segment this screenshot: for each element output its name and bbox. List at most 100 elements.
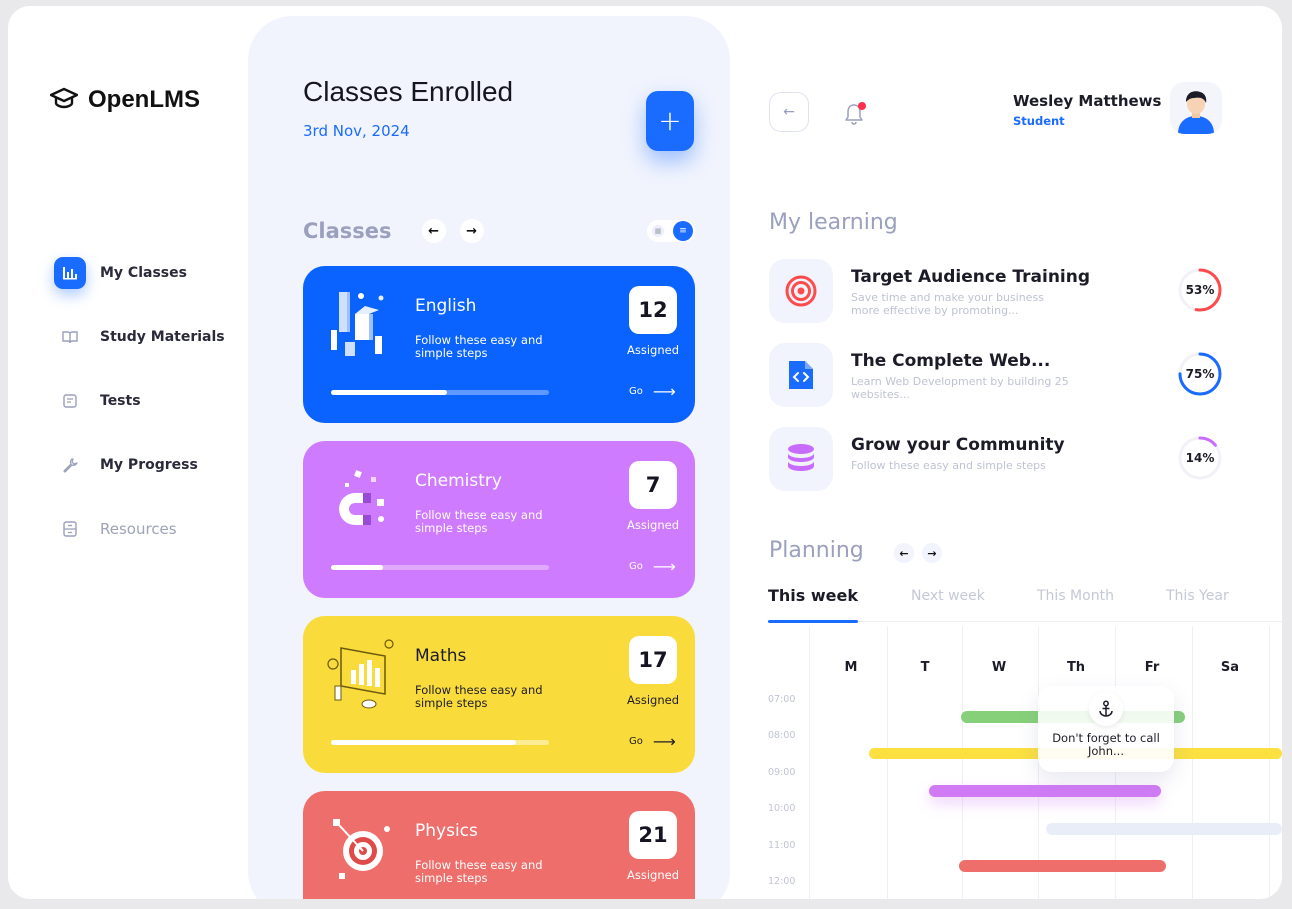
course-description: Follow these easy and simple steps bbox=[851, 459, 1046, 472]
tab-this-year[interactable]: This Year bbox=[1166, 588, 1229, 604]
event-bar-red[interactable] bbox=[959, 860, 1166, 872]
class-description: Follow these easy and simple steps bbox=[415, 683, 543, 710]
sidebar-item-study-materials[interactable]: Study Materials bbox=[54, 320, 244, 354]
chart-bar-icon bbox=[54, 257, 86, 289]
planning-next-button[interactable]: → bbox=[922, 543, 942, 563]
sidebar-item-label: Study Materials bbox=[100, 329, 225, 345]
assigned-count: 12 bbox=[629, 286, 677, 334]
plus-icon: + bbox=[658, 104, 682, 137]
classes-prev-button[interactable]: ← bbox=[421, 219, 446, 243]
tab-this-week[interactable]: This week bbox=[768, 586, 858, 605]
day-label: W bbox=[991, 660, 1007, 675]
class-card-chemistry[interactable]: Chemistry Follow these easy and simple s… bbox=[303, 441, 695, 598]
class-name: Maths bbox=[415, 646, 467, 666]
books-illustration-icon bbox=[331, 292, 384, 356]
database-icon bbox=[769, 427, 833, 491]
class-progress-bar bbox=[331, 390, 549, 395]
graduation-cap-icon bbox=[49, 87, 79, 113]
assigned-count: 17 bbox=[629, 636, 677, 684]
class-card-physics[interactable]: Physics Follow these easy and simple ste… bbox=[303, 791, 695, 899]
code-file-icon bbox=[769, 343, 833, 407]
event-bar-purple[interactable] bbox=[929, 785, 1161, 797]
course-item[interactable]: Grow your Community Follow these easy an… bbox=[769, 427, 1259, 491]
planning-nav: ← → bbox=[894, 543, 942, 563]
archive-icon bbox=[54, 513, 86, 545]
class-name: Physics bbox=[415, 821, 478, 841]
planning-prev-button[interactable]: ← bbox=[894, 543, 914, 563]
sidebar-item-resources[interactable]: Resources bbox=[54, 512, 244, 546]
assigned-label: Assigned bbox=[626, 868, 679, 882]
go-label: Go bbox=[629, 561, 643, 572]
document-icon bbox=[54, 385, 86, 417]
course-item[interactable]: The Complete Web... Learn Web Developmen… bbox=[769, 343, 1259, 407]
hour-label: 11:00 bbox=[768, 840, 796, 851]
reminder-text: Don't forget to call John... bbox=[1052, 731, 1160, 758]
go-label: Go bbox=[629, 386, 643, 397]
magnet-illustration-icon bbox=[339, 470, 384, 525]
class-description: Follow these easy and simple steps bbox=[415, 508, 543, 535]
day-label: Th bbox=[1066, 660, 1086, 675]
day-label: M bbox=[844, 660, 858, 675]
go-label: Go bbox=[629, 736, 643, 747]
progress-fill bbox=[331, 390, 447, 395]
go-button[interactable]: Go ⟶ bbox=[629, 381, 676, 401]
assigned-label: Assigned bbox=[626, 343, 679, 357]
grid-line bbox=[887, 626, 888, 899]
class-card-maths[interactable]: Maths Follow these easy and simple steps… bbox=[303, 616, 695, 773]
user-role: Student bbox=[1013, 114, 1065, 128]
sidebar-item-label: My Progress bbox=[100, 457, 198, 473]
class-progress-bar bbox=[331, 565, 549, 570]
arrow-right-icon: ⟶ bbox=[652, 556, 676, 576]
progress-fill bbox=[331, 740, 517, 745]
sidebar-nav: My Classes Study Materials Tests My Prog… bbox=[54, 256, 244, 576]
view-toggle[interactable]: ▦ ≡ bbox=[647, 220, 695, 242]
hour-label: 08:00 bbox=[768, 730, 796, 741]
class-card-english[interactable]: English Follow these easy and simple ste… bbox=[303, 266, 695, 423]
course-item[interactable]: Target Audience Training Save time and m… bbox=[769, 259, 1259, 323]
sidebar-item-my-classes[interactable]: My Classes bbox=[54, 256, 244, 290]
go-button[interactable]: Go ⟶ bbox=[629, 556, 676, 576]
list-view-icon[interactable]: ≡ bbox=[673, 221, 693, 241]
class-description: Follow these easy and simple steps bbox=[415, 858, 543, 885]
current-date: 3rd Nov, 2024 bbox=[303, 122, 410, 140]
app-name: OpenLMS bbox=[88, 86, 200, 113]
hour-label: 10:00 bbox=[768, 803, 796, 814]
class-name: Chemistry bbox=[415, 471, 502, 491]
sidebar-item-my-progress[interactable]: My Progress bbox=[54, 448, 244, 482]
book-icon bbox=[54, 321, 86, 353]
sidebar-item-label: Resources bbox=[100, 520, 177, 538]
course-description: Save time and make your business more ef… bbox=[851, 291, 1044, 317]
course-title: Target Audience Training bbox=[851, 267, 1091, 287]
back-button[interactable]: ← bbox=[769, 92, 809, 132]
grid-view-icon[interactable]: ▦ bbox=[652, 225, 664, 237]
add-class-button[interactable]: + bbox=[646, 91, 694, 151]
user-name: Wesley Matthews bbox=[1013, 92, 1162, 110]
day-label: Fr bbox=[1144, 660, 1160, 675]
avatar[interactable] bbox=[1170, 82, 1222, 134]
sidebar-item-tests[interactable]: Tests bbox=[54, 384, 244, 418]
classes-panel: Classes Enrolled 3rd Nov, 2024 + Classes… bbox=[248, 16, 730, 899]
grid-line bbox=[1269, 626, 1270, 899]
arrow-right-icon: ⟶ bbox=[652, 731, 676, 751]
app-window: OpenLMS My Classes Study Materials Tests bbox=[8, 6, 1282, 899]
assigned-count: 21 bbox=[629, 811, 677, 859]
event-bar-grey[interactable] bbox=[1046, 823, 1282, 835]
target-illustration-icon bbox=[333, 819, 390, 879]
course-percent: 75% bbox=[1185, 367, 1215, 381]
tab-this-month[interactable]: This Month bbox=[1037, 588, 1114, 604]
tab-next-week[interactable]: Next week bbox=[911, 588, 985, 604]
course-percent: 53% bbox=[1185, 283, 1215, 297]
classes-section-title: Classes bbox=[303, 219, 392, 243]
notification-dot bbox=[858, 102, 866, 110]
go-button[interactable]: Go ⟶ bbox=[629, 731, 676, 751]
grid-line bbox=[809, 626, 810, 899]
classes-header: Classes ← → ▦ ≡ bbox=[303, 216, 695, 246]
classes-next-button[interactable]: → bbox=[459, 219, 484, 243]
notification-bell-icon[interactable] bbox=[844, 102, 868, 128]
active-tab-indicator bbox=[768, 620, 858, 623]
course-description: Learn Web Development by building 25 web… bbox=[851, 375, 1069, 401]
arrow-right-icon: ⟶ bbox=[652, 381, 676, 401]
logo[interactable]: OpenLMS bbox=[49, 86, 200, 114]
class-description: Follow these easy and simple steps bbox=[415, 333, 543, 360]
reminder-popup[interactable]: Don't forget to call John... bbox=[1038, 686, 1174, 772]
